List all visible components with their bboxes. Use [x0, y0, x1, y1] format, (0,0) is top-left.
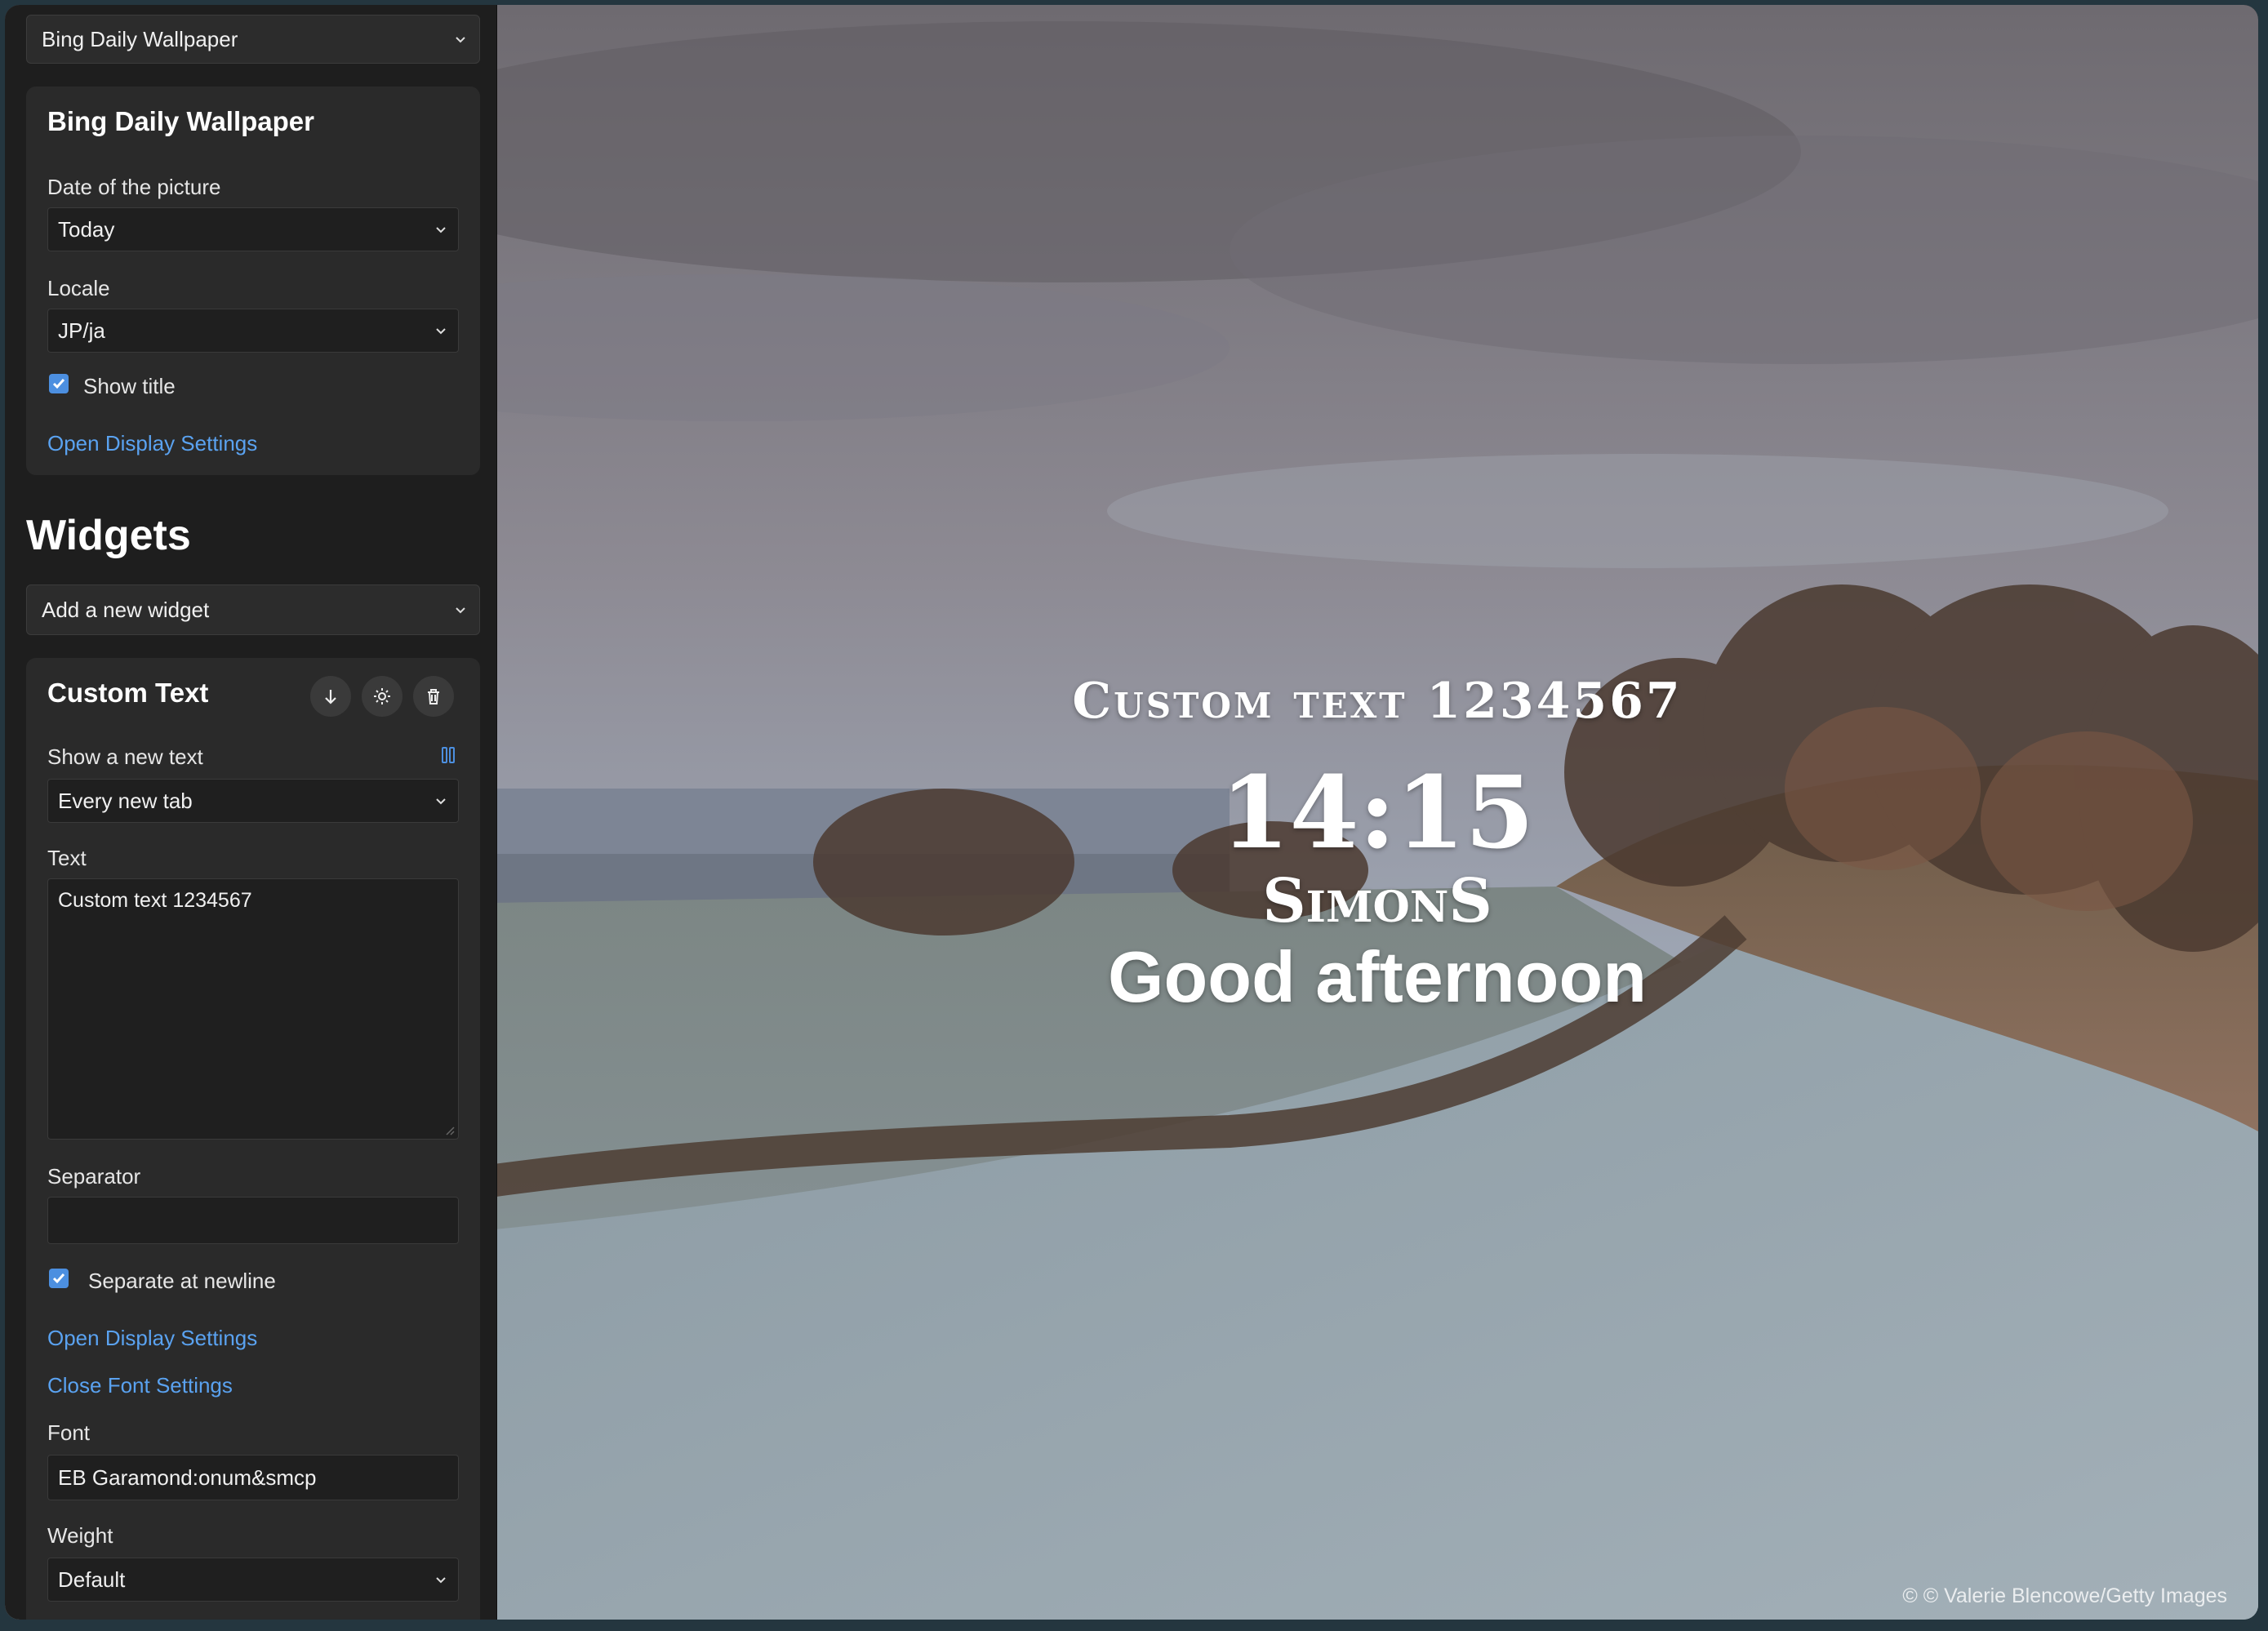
settings-button[interactable]: [362, 676, 402, 717]
new-tab-content: Custom text 1234567 14:15 SimonS Good af…: [496, 5, 2258, 1620]
chevron-down-icon: [456, 607, 465, 614]
chevron-down-icon: [436, 798, 446, 805]
show-new-text-value: Every new tab: [58, 788, 193, 813]
image-credit: © © Valerie Blencowe/Getty Images: [1902, 1584, 2227, 1607]
weight-label: Weight: [47, 1523, 113, 1548]
background-source-select[interactable]: Bing Daily Wallpaper: [26, 15, 480, 64]
chevron-down-icon: [436, 227, 446, 233]
separator-label: Separator: [47, 1164, 141, 1189]
chevron-down-icon: [456, 37, 465, 43]
bing-card-title: Bing Daily Wallpaper: [47, 106, 315, 136]
font-value: EB Garamond:onum&smcp: [58, 1464, 317, 1490]
weight-select[interactable]: Default: [47, 1558, 459, 1602]
checkmark-icon: [52, 379, 65, 389]
custom-text-card: Custom Text Show a new text Every new ta…: [26, 658, 480, 1620]
trash-icon: [428, 689, 439, 704]
show-new-text-label: Show a new text: [47, 744, 203, 769]
locale-value: JP/ja: [58, 318, 105, 343]
show-title-label[interactable]: Show title: [83, 374, 176, 399]
text-textarea[interactable]: Custom text 1234567: [47, 878, 459, 1140]
separator-input[interactable]: [47, 1197, 459, 1244]
date-value: Today: [58, 216, 115, 242]
clock-display: 14:15: [1220, 753, 1535, 871]
font-label: Font: [47, 1420, 91, 1445]
custom-display-settings-link[interactable]: Open Display Settings: [47, 1326, 257, 1351]
checkmark-icon: [52, 1273, 65, 1284]
show-title-checkbox[interactable]: [49, 374, 69, 393]
locale-label: Locale: [47, 276, 110, 300]
bing-settings-card: Bing Daily Wallpaper Date of the picture…: [26, 87, 480, 475]
text-label: Text: [47, 846, 87, 870]
pause-icon[interactable]: [441, 746, 456, 764]
settings-sidebar: Bing Daily Wallpaper Bing Daily Wallpape…: [5, 5, 497, 1620]
add-widget-select[interactable]: Add a new widget: [26, 584, 480, 635]
greeting-display: Good afternoon: [1108, 936, 1647, 1018]
chevron-down-icon: [436, 328, 446, 335]
bing-display-settings-link[interactable]: Open Display Settings: [47, 431, 257, 456]
date-select[interactable]: Today: [47, 207, 459, 251]
text-textarea-value: Custom text 1234567: [58, 889, 252, 912]
add-widget-value: Add a new widget: [42, 597, 210, 622]
separate-newline-label[interactable]: Separate at newline: [88, 1269, 276, 1294]
widgets-heading: Widgets: [26, 512, 191, 559]
app-window: Custom text 1234567 14:15 SimonS Good af…: [5, 5, 2258, 1620]
custom-text-display: Custom text 1234567: [1072, 672, 1683, 730]
move-down-button[interactable]: [310, 676, 351, 717]
font-settings-link[interactable]: Close Font Settings: [47, 1373, 233, 1398]
name-display: SimonS: [1262, 865, 1492, 936]
background-source-value: Bing Daily Wallpaper: [42, 26, 238, 51]
show-new-text-select[interactable]: Every new tab: [47, 779, 459, 823]
chevron-down-icon: [436, 1577, 446, 1584]
delete-button[interactable]: [413, 676, 454, 717]
arrow-down-icon: [325, 690, 336, 704]
custom-text-card-title: Custom Text: [47, 678, 209, 708]
locale-select[interactable]: JP/ja: [47, 309, 459, 353]
font-input[interactable]: EB Garamond:onum&smcp: [47, 1455, 459, 1500]
weight-value: Default: [58, 1567, 126, 1592]
separate-newline-checkbox[interactable]: [49, 1269, 69, 1288]
resize-grip-icon[interactable]: [443, 1124, 455, 1135]
gear-icon: [374, 688, 390, 704]
date-label: Date of the picture: [47, 175, 221, 199]
